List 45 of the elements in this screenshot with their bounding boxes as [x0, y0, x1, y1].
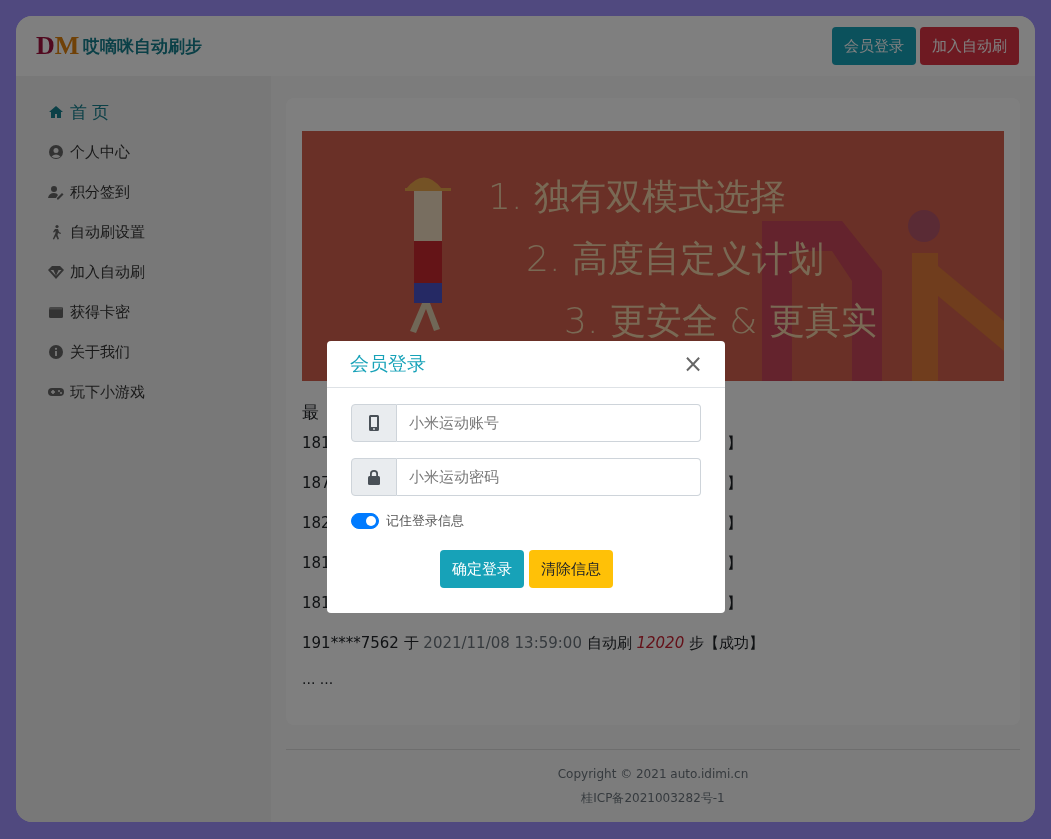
record-text: 181	[302, 434, 331, 452]
header-button[interactable]: 加入自动刷	[920, 27, 1019, 65]
wallet-icon	[48, 304, 64, 320]
record-text: 181	[302, 594, 331, 612]
records-heading: 最	[302, 401, 319, 423]
input-field[interactable]: 小米运动账号	[397, 404, 701, 442]
record-text: 】	[727, 473, 742, 493]
footer-text: Copyright © 2021 auto.idimi.cn	[556, 766, 750, 783]
record-text: 181	[302, 554, 331, 572]
nav-item[interactable]: 自动刷设置	[48, 212, 271, 252]
nav-item[interactable]: 关于我们	[48, 332, 271, 372]
user-pen-icon	[48, 184, 64, 200]
nav-item[interactable]: 玩下小游戏	[48, 372, 271, 412]
remember-label: 记住登录信息	[386, 512, 464, 530]
record-text: 】	[727, 553, 742, 573]
nav-item[interactable]: 首 页	[48, 92, 271, 132]
banner-text: 1. 独有双模式选择	[488, 175, 787, 219]
record-text: 】	[727, 433, 742, 453]
header-button[interactable]: 会员登录	[832, 27, 916, 65]
logo-letter: M	[54, 33, 80, 59]
home-icon	[48, 104, 64, 120]
lock-icon	[367, 469, 381, 485]
input-field[interactable]: 小米运动密码	[397, 458, 701, 496]
user-circle-icon	[48, 144, 64, 160]
banner-text: 3. 更安全 & 更真实	[564, 299, 878, 343]
phone-icon	[367, 415, 381, 431]
info-icon	[48, 344, 64, 360]
record-text: 】	[727, 513, 742, 533]
site-title[interactable]: 哎嘀咪自动刷步	[83, 34, 203, 58]
record-text: 191****7562 于 2021/11/08 13:59:00 自动刷 12020 步【成功】	[302, 633, 764, 653]
dialog-button[interactable]: 清除信息	[528, 550, 613, 588]
toggle-switch[interactable]	[351, 513, 379, 529]
banner-text: 2. 高度自定义计划	[526, 237, 825, 281]
dialog-title: 会员登录	[350, 351, 426, 376]
nav-item[interactable]: 个人中心	[48, 132, 271, 172]
gem-icon	[48, 264, 64, 280]
nav-item[interactable]: 积分签到	[48, 172, 271, 212]
record-text: 】	[727, 593, 742, 613]
footer-text: 桂ICP备2021003282号-1	[580, 790, 726, 807]
nav-item[interactable]: 加入自动刷	[48, 252, 271, 292]
logo-letter: D	[36, 33, 55, 59]
dialog-button[interactable]: 确定登录	[439, 550, 524, 588]
nav-item[interactable]: 获得卡密	[48, 292, 271, 332]
more-text: ... ...	[302, 671, 335, 687]
close-button[interactable]: ×	[682, 352, 703, 376]
